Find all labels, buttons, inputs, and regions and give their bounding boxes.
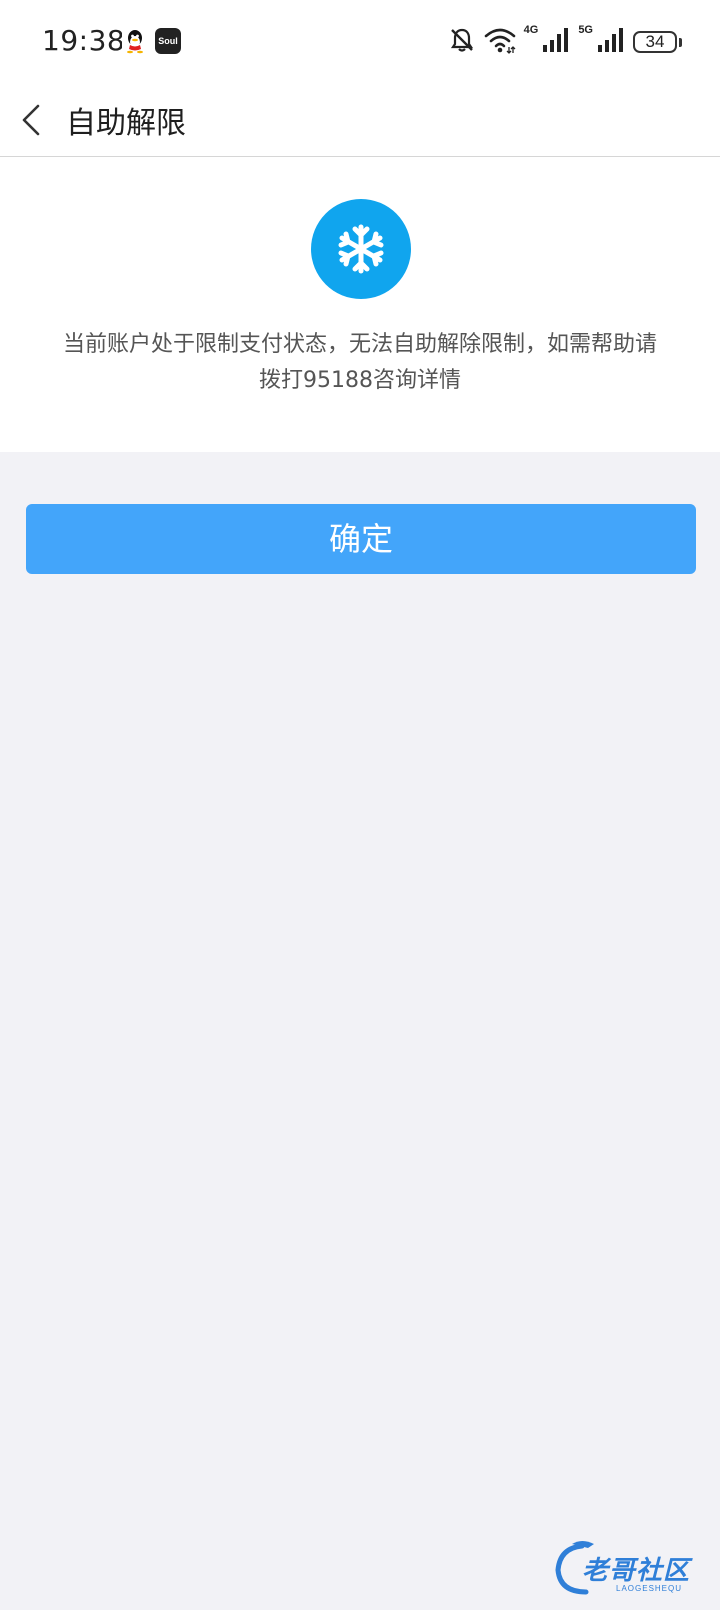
battery-level: 34 xyxy=(645,32,665,51)
wifi-icon xyxy=(484,26,516,58)
status-time: 19:38 xyxy=(42,24,126,57)
status-card: 当前账户处于限制支付状态，无法自助解除限制，如需帮助请拨打95188咨询详情 xyxy=(0,157,720,452)
chevron-left-icon xyxy=(22,104,40,136)
qq-notification-icon xyxy=(122,28,148,54)
watermark-subtext: LAOGESHEQU xyxy=(616,1584,683,1593)
status-indicators: 4G 5G 34 xyxy=(448,24,682,60)
signal-strength-icon-2 xyxy=(597,27,625,57)
watermark-text: 老哥社区 xyxy=(582,1556,691,1586)
network-type-label-2: 5G xyxy=(578,24,593,36)
battery-cap xyxy=(679,37,682,47)
status-bar: 19:38 Soul 4G 5G 34 xyxy=(0,0,720,84)
page-title: 自助解限 xyxy=(66,106,186,141)
back-button[interactable] xyxy=(14,94,54,146)
network-type-label: 4G xyxy=(523,24,539,36)
restriction-message: 当前账户处于限制支付状态，无法自助解除限制，如需帮助请拨打95188咨询详情 xyxy=(62,332,657,393)
snowflake-icon xyxy=(311,199,411,299)
signal-strength-icon xyxy=(542,27,570,57)
navigation-header: 自助解限 xyxy=(0,84,720,157)
soul-notification-icon: Soul xyxy=(155,28,181,54)
watermark-logo: 老哥社区 LAOGESHEQU xyxy=(552,1538,708,1598)
battery-icon: 34 xyxy=(633,31,677,53)
mute-bell-icon xyxy=(448,26,476,58)
confirm-button[interactable]: 确定 xyxy=(26,504,696,574)
